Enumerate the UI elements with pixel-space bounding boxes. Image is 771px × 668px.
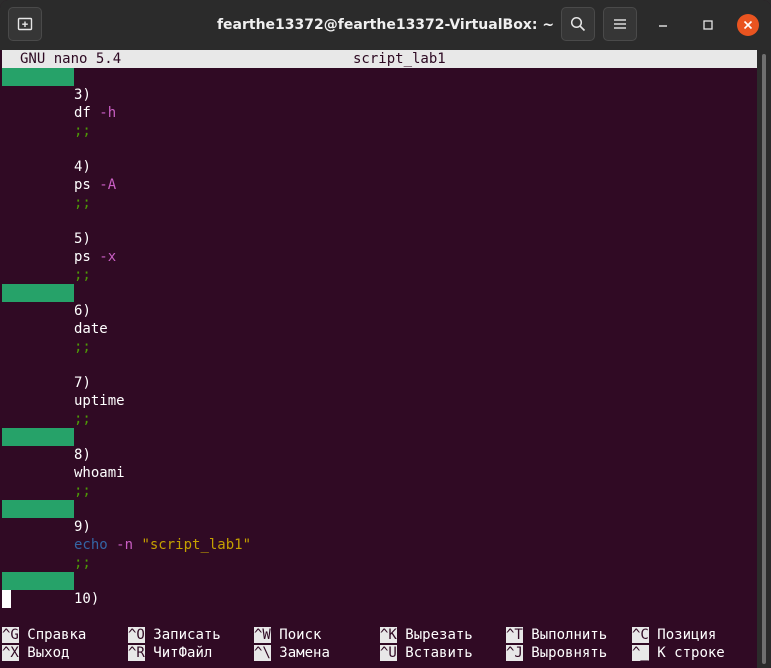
shortcut-location[interactable]: ^C Позиция [632, 626, 716, 644]
shortcut-write-out[interactable]: ^O Записать [128, 626, 221, 644]
hamburger-menu-icon [614, 19, 626, 29]
code-line: 4) [74, 159, 91, 175]
maximize-icon [703, 20, 713, 30]
minimize-button[interactable] [650, 12, 676, 38]
shortcut-bar: ^G Справка ^O Записать ^W Поиск ^K Вырез… [2, 626, 757, 662]
code-line: ;; [74, 555, 91, 571]
code-line: 3) [74, 87, 91, 103]
title-bar: fearthe13372@fearthe13372-VirtualBox: ~ [0, 0, 771, 50]
shortcut-replace[interactable]: ^\ Замена [254, 644, 330, 662]
code-line: uptime [74, 393, 125, 409]
code-line: ps -x [74, 249, 117, 265]
close-icon [743, 20, 753, 30]
new-tab-icon [17, 17, 33, 31]
menu-button[interactable] [603, 7, 637, 41]
new-tab-button[interactable] [8, 7, 42, 41]
code-line: whoami [74, 465, 125, 481]
nano-editor[interactable]: GNU nano 5.4 script_lab1 3) df -h ;; 4) … [2, 50, 757, 668]
terminal-window: fearthe13372@fearthe13372-VirtualBox: ~ [0, 0, 771, 668]
code-line: ;; [74, 411, 91, 427]
close-button[interactable] [735, 12, 761, 38]
code-line: ;; [74, 195, 91, 211]
shortcut-help[interactable]: ^G Справка [2, 626, 86, 644]
line-marker [2, 284, 74, 302]
shortcut-exit[interactable]: ^X Выход [2, 644, 69, 662]
maximize-button[interactable] [695, 12, 721, 38]
code-line: ;; [74, 267, 91, 283]
search-button[interactable] [561, 7, 595, 41]
shortcut-justify[interactable]: ^J Выровнять [506, 644, 607, 662]
code-line: ps -A [74, 177, 117, 193]
code-line: ;; [74, 123, 91, 139]
code-line: date [74, 321, 108, 337]
line-marker [2, 68, 74, 86]
line-marker [2, 428, 74, 446]
code-line: 10) [74, 591, 100, 607]
shortcut-where-is[interactable]: ^W Поиск [254, 626, 321, 644]
line-marker [2, 500, 74, 518]
search-icon [570, 16, 586, 32]
line-marker [2, 572, 74, 590]
shortcut-cut[interactable]: ^K Вырезать [380, 626, 473, 644]
scrollbar-thumb[interactable] [762, 54, 766, 664]
nano-header: GNU nano 5.4 script_lab1 [2, 50, 757, 68]
code-line: 8) [74, 447, 91, 463]
shortcut-read-file[interactable]: ^R ЧитФайл [128, 644, 212, 662]
code-line: 9) [74, 519, 91, 535]
file-name: script_lab1 [353, 51, 446, 67]
minimize-icon [659, 25, 667, 27]
nano-version: GNU nano 5.4 [20, 51, 122, 67]
shortcut-paste[interactable]: ^U Вставить [380, 644, 473, 662]
shortcut-go-to-line[interactable]: ^_ К строке [632, 644, 725, 662]
code-line: echo -n "script_lab1" [74, 537, 252, 553]
code-line: ;; [74, 339, 91, 355]
text-cursor [2, 590, 11, 608]
code-line: 7) [74, 375, 91, 391]
code-line: df -h [74, 105, 117, 121]
scrollbar[interactable] [757, 50, 771, 668]
code-line: ;; [74, 483, 91, 499]
shortcut-execute[interactable]: ^T Выполнить [506, 626, 607, 644]
code-line: 6) [74, 303, 91, 319]
code-line: 5) [74, 231, 91, 247]
